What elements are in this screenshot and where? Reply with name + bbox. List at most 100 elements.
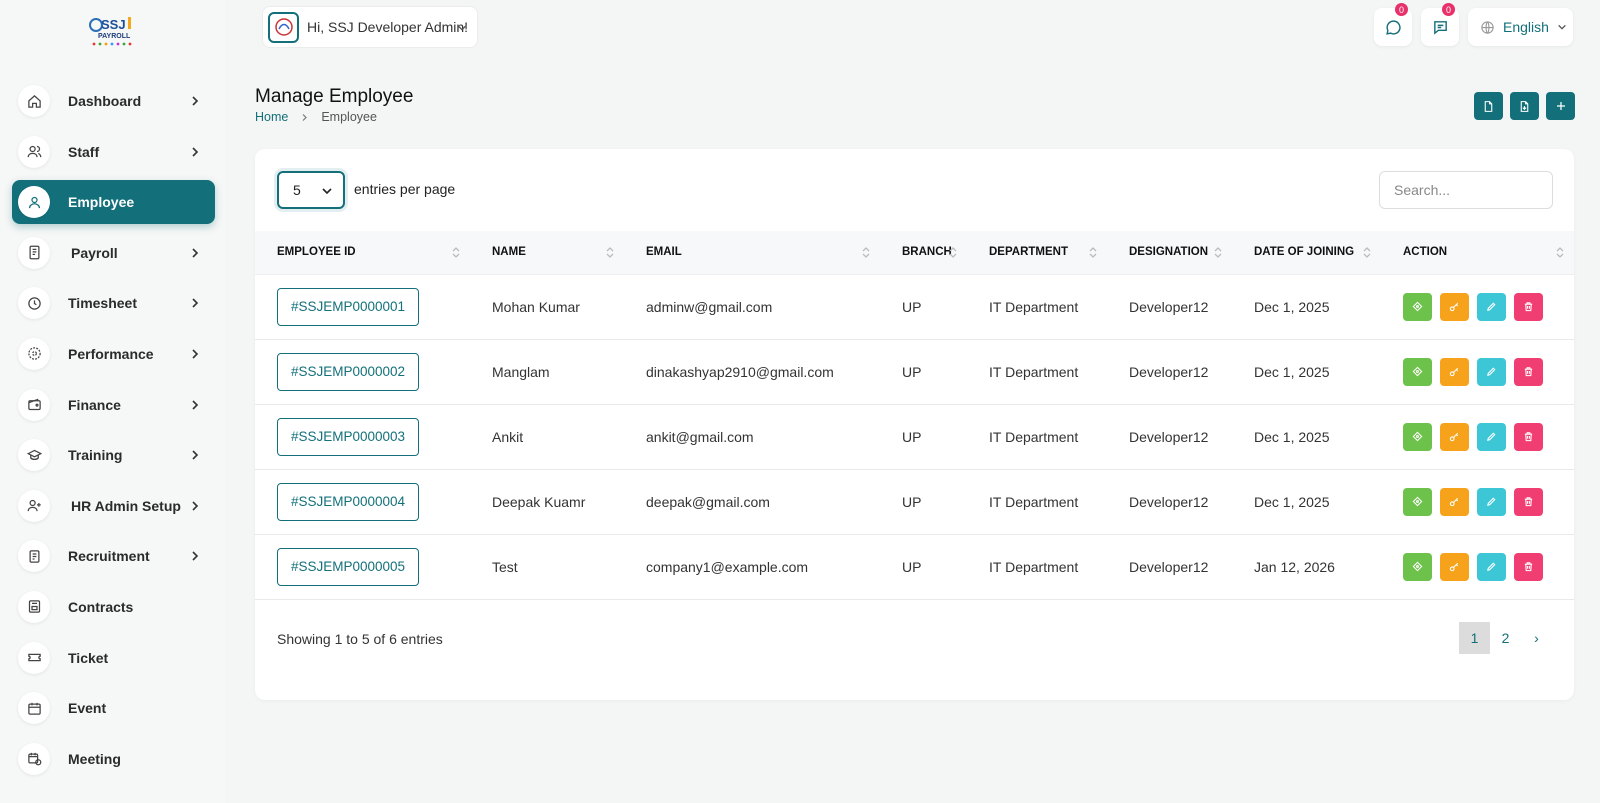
column-header-department[interactable]: DEPARTMENT <box>967 231 1107 275</box>
sidebar-item-hr-admin-setup[interactable]: HR Admin Setup <box>12 484 215 528</box>
sidebar-item-label: Payroll <box>71 244 118 261</box>
clipboard-icon <box>18 540 50 573</box>
ticket-icon <box>18 641 50 674</box>
key-icon <box>1449 299 1460 315</box>
reset-password-button[interactable] <box>1440 292 1469 321</box>
import-file-button[interactable] <box>1510 92 1539 120</box>
export-file-button[interactable] <box>1474 92 1503 120</box>
delete-button[interactable] <box>1514 552 1543 581</box>
sidebar-item-staff[interactable]: Staff <box>12 130 215 174</box>
view-button[interactable] <box>1403 552 1432 581</box>
view-button[interactable] <box>1403 487 1432 516</box>
chevron-right-icon <box>192 399 199 410</box>
user-menu[interactable]: Hi, SSJ Developer Admin! <box>262 6 478 48</box>
sidebar-item-ticket[interactable]: Ticket <box>12 636 215 680</box>
add-employee-button[interactable] <box>1546 92 1575 120</box>
sidebar-item-employee[interactable]: Employee <box>12 180 215 225</box>
employee-id-link[interactable]: #SSJEMP0000005 <box>277 547 419 586</box>
calendar-icon <box>18 692 50 725</box>
sidebar-item-payroll[interactable]: Payroll <box>12 231 215 275</box>
sidebar-item-training[interactable]: Training <box>12 433 215 477</box>
delete-button[interactable] <box>1514 487 1543 516</box>
column-header-action[interactable]: ACTION <box>1381 231 1574 275</box>
sidebar-item-event[interactable]: Event <box>12 686 215 730</box>
employee-id-link[interactable]: #SSJEMP0000003 <box>277 417 419 456</box>
plus-icon <box>1556 102 1565 110</box>
entries-per-page-select[interactable]: 5 <box>277 171 345 209</box>
home-icon <box>18 85 50 117</box>
edit-button[interactable] <box>1477 552 1506 581</box>
edit-button[interactable] <box>1477 487 1506 516</box>
sidebar-item-label: Event <box>68 700 107 717</box>
column-header-designation[interactable]: DESIGNATION <box>1107 231 1232 275</box>
employee-id-link[interactable]: #SSJEMP0000001 <box>277 287 419 326</box>
sort-icon <box>606 247 614 258</box>
reset-password-button[interactable] <box>1440 552 1469 581</box>
column-header-branch[interactable]: BRANCH <box>880 231 967 275</box>
edit-button[interactable] <box>1477 422 1506 451</box>
page-title: Manage Employee <box>255 86 414 107</box>
view-icon <box>1412 429 1423 445</box>
employee-branch: UP <box>880 534 967 600</box>
delete-button[interactable] <box>1514 292 1543 321</box>
pagination: 1 2 › <box>1459 622 1552 654</box>
column-header-employee-id[interactable]: EMPLOYEE ID <box>255 231 470 275</box>
sort-icon <box>452 247 460 258</box>
avatar <box>268 11 299 43</box>
employee-id-link[interactable]: #SSJEMP0000004 <box>277 482 419 521</box>
chevron-down-icon <box>1558 24 1566 30</box>
notifications-button[interactable]: 0 <box>1421 3 1459 46</box>
page-2-button[interactable]: 2 <box>1490 622 1521 654</box>
sidebar-item-finance[interactable]: Finance <box>12 383 215 427</box>
view-button[interactable] <box>1403 357 1432 386</box>
contract-icon <box>18 590 50 623</box>
next-page-button[interactable]: › <box>1521 622 1552 654</box>
key-icon <box>1449 559 1460 575</box>
sidebar-item-label: Employee <box>68 194 135 211</box>
chevron-right-icon <box>192 96 199 106</box>
messages-button[interactable]: 0 <box>1374 3 1412 46</box>
chevron-right-icon <box>192 298 199 308</box>
delete-button[interactable] <box>1514 357 1543 386</box>
employee-date-of-joining: Dec 1, 2025 <box>1232 469 1381 535</box>
language-selector[interactable]: English <box>1468 8 1573 46</box>
breadcrumb-home-link[interactable]: Home <box>255 110 288 124</box>
pagination-info: Showing 1 to 5 of 6 entries <box>277 631 443 647</box>
trash-icon <box>1523 494 1534 510</box>
graduation-cap-icon <box>18 439 50 472</box>
ssj-payroll-logo[interactable]: SSJ PAYROLL <box>88 14 138 48</box>
employee-id-link[interactable]: #SSJEMP0000002 <box>277 352 419 391</box>
column-header-name[interactable]: NAME <box>470 231 624 275</box>
sidebar-item-timesheet[interactable]: Timesheet <box>12 281 215 325</box>
view-icon <box>1412 494 1423 510</box>
employee-email: company1@example.com <box>624 534 880 600</box>
view-button[interactable] <box>1403 422 1432 451</box>
entries-per-page-value: 5 <box>293 182 301 198</box>
row-actions <box>1403 292 1574 321</box>
sidebar-item-meeting[interactable]: Meeting <box>12 737 215 781</box>
file-icon <box>1484 100 1493 112</box>
edit-button[interactable] <box>1477 292 1506 321</box>
trash-icon <box>1523 364 1534 380</box>
reset-password-button[interactable] <box>1440 422 1469 451</box>
employee-date-of-joining: Jan 12, 2026 <box>1232 534 1381 600</box>
view-button[interactable] <box>1403 292 1432 321</box>
employee-date-of-joining: Dec 1, 2025 <box>1232 274 1381 340</box>
search-input[interactable] <box>1379 171 1553 209</box>
column-header-email[interactable]: EMAIL <box>624 231 880 275</box>
employee-name: Manglam <box>470 339 624 405</box>
sidebar-item-recruitment[interactable]: Recruitment <box>12 534 215 578</box>
column-header-date-of-joining[interactable]: DATE OF JOINING <box>1232 231 1381 275</box>
delete-button[interactable] <box>1514 422 1543 451</box>
sidebar-item-label: Contracts <box>68 598 134 615</box>
employee-email: deepak@gmail.com <box>624 469 880 535</box>
edit-button[interactable] <box>1477 357 1506 386</box>
sidebar-item-performance[interactable]: Performance <box>12 332 215 376</box>
sidebar-item-contracts[interactable]: Contracts <box>12 585 215 629</box>
page-1-button[interactable]: 1 <box>1459 622 1490 654</box>
sidebar-item-dashboard[interactable]: Dashboard <box>12 79 215 123</box>
sidebar-item-label: Meeting <box>68 750 121 767</box>
trash-icon <box>1523 299 1534 315</box>
reset-password-button[interactable] <box>1440 357 1469 386</box>
reset-password-button[interactable] <box>1440 487 1469 516</box>
